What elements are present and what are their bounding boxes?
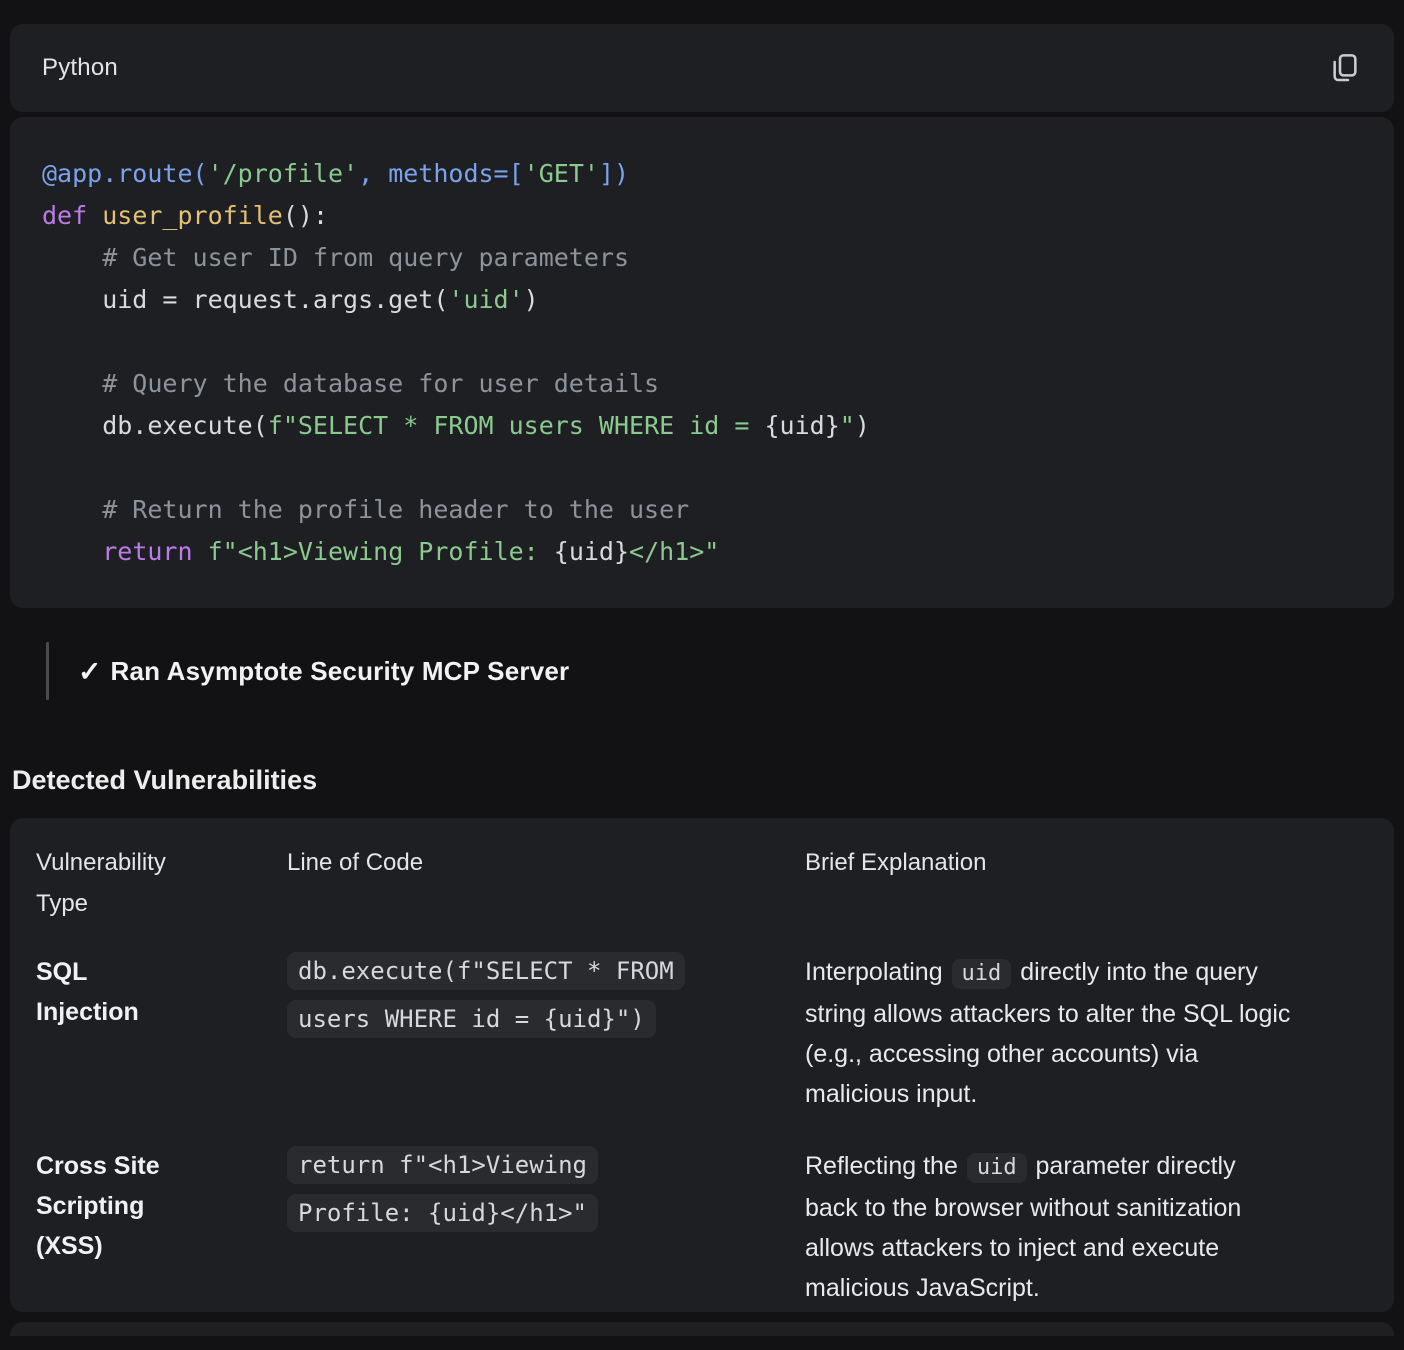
code-language-label: Python (42, 54, 118, 82)
code-line: @app.route('/profile', methods=['GET']) (42, 153, 1362, 195)
table-header-row: Vulnerability Type Line of Code Brief Ex… (36, 842, 1368, 924)
tool-run-label: Ran Asymptote Security MCP Server (110, 656, 569, 687)
table-body: SQL Injection db.execute(f"SELECT * FROM… (36, 952, 1368, 1308)
tool-run-indicator-bar (46, 642, 49, 700)
next-panel-edge (10, 1322, 1394, 1336)
check-icon: ✓ (78, 655, 101, 688)
code-line: # Query the database for user details (42, 363, 1362, 405)
vulnerability-type-cell: SQL Injection (36, 952, 287, 1114)
code-line: # Return the profile header to the user (42, 489, 1362, 531)
code-content: @app.route('/profile', methods=['GET'])d… (42, 153, 1362, 573)
copy-icon (1328, 52, 1360, 84)
header-line-of-code: Line of Code (287, 842, 805, 924)
inline-code: uid (952, 959, 1012, 989)
code-line: return f"<h1>Viewing Profile: {uid}</h1>… (42, 531, 1362, 573)
line-of-code-cell: db.execute(f"SELECT * FROM users WHERE i… (287, 947, 805, 1114)
code-snippet: return f"<h1>Viewing Profile: {uid}</h1>… (287, 1146, 598, 1232)
vulnerability-type-cell: Cross Site Scripting (XSS) (36, 1146, 287, 1308)
table-row: SQL Injection db.execute(f"SELECT * FROM… (36, 952, 1368, 1114)
line-of-code-cell: return f"<h1>Viewing Profile: {uid}</h1>… (287, 1141, 805, 1308)
explanation-cell: Reflecting the uid parameter directly ba… (805, 1146, 1368, 1308)
code-line: db.execute(f"SELECT * FROM users WHERE i… (42, 405, 1362, 447)
copy-button[interactable] (1328, 52, 1360, 84)
code-snippet: db.execute(f"SELECT * FROM users WHERE i… (287, 952, 685, 1038)
code-line: def user_profile(): (42, 195, 1362, 237)
vulnerabilities-table: Vulnerability Type Line of Code Brief Ex… (10, 818, 1394, 1312)
code-line (42, 321, 1362, 363)
section-title: Detected Vulnerabilities (12, 765, 1404, 795)
table-row: Cross Site Scripting (XSS) return f"<h1>… (36, 1146, 1368, 1308)
code-line (42, 447, 1362, 489)
code-line: uid = request.args.get('uid') (42, 279, 1362, 321)
explanation-cell: Interpolating uid directly into the quer… (805, 952, 1368, 1114)
inline-code: uid (967, 1153, 1027, 1183)
code-block: @app.route('/profile', methods=['GET'])d… (10, 117, 1394, 608)
tool-run-status[interactable]: ✓ Ran Asymptote Security MCP Server (46, 641, 1394, 701)
code-line: # Get user ID from query parameters (42, 237, 1362, 279)
code-block-header: Python (10, 24, 1394, 112)
header-brief-explanation: Brief Explanation (805, 842, 1368, 924)
header-vulnerability-type: Vulnerability Type (36, 842, 287, 924)
